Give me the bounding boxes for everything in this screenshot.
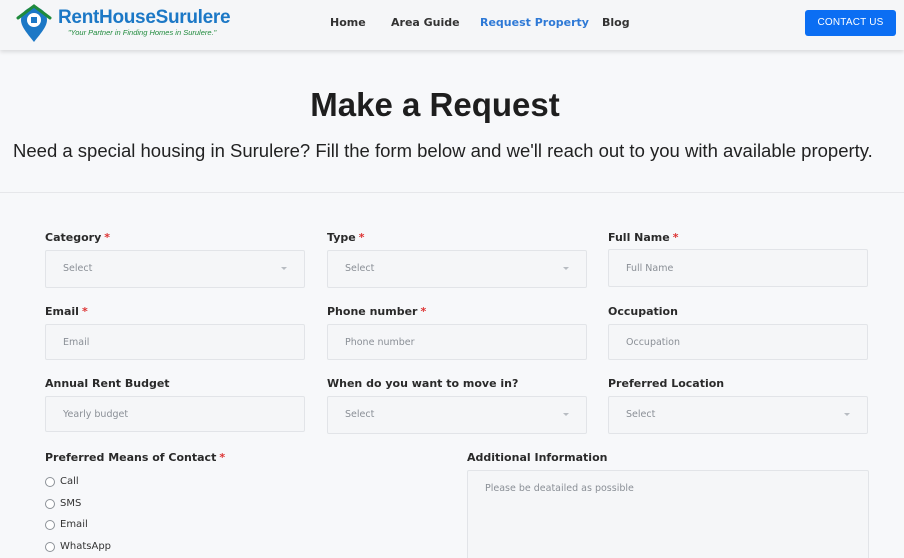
chevron-down-icon: [844, 413, 850, 416]
radio-button[interactable]: [45, 542, 55, 552]
phone-label-text: Phone number: [327, 305, 418, 318]
page-subtitle: Need a special housing in Surulere? Fill…: [13, 140, 873, 161]
occupation-label: Occupation: [608, 305, 678, 318]
location-select[interactable]: Select: [608, 396, 868, 434]
brand-name: RentHouseSurulere: [58, 7, 231, 28]
full-name-label: Full Name *: [608, 231, 679, 244]
email-label-text: Email: [45, 305, 79, 318]
nav-blog[interactable]: Blog: [602, 16, 630, 29]
budget-input[interactable]: [45, 396, 305, 432]
full-name-label-text: Full Name: [608, 231, 670, 244]
budget-label: Annual Rent Budget: [45, 377, 170, 390]
location-select-value: Select: [626, 409, 656, 420]
chevron-down-icon: [563, 267, 569, 270]
type-label-text: Type: [327, 231, 356, 244]
radio-button[interactable]: [45, 477, 55, 487]
full-name-input[interactable]: [608, 249, 868, 287]
required-marker: *: [104, 231, 111, 244]
additional-info-placeholder: Please be deatailed as possible: [485, 483, 634, 494]
location-label: Preferred Location: [608, 377, 725, 390]
site-header: RentHouseSurulere "Your Partner in Findi…: [0, 0, 904, 50]
occupation-input[interactable]: [608, 324, 868, 360]
brand-logo[interactable]: RentHouseSurulere "Your Partner in Findi…: [16, 4, 231, 44]
contact-means-label: Preferred Means of Contact *: [45, 451, 225, 464]
chevron-down-icon: [281, 267, 287, 270]
email-input[interactable]: [45, 324, 305, 360]
move-in-select-value: Select: [345, 409, 375, 420]
email-label: Email *: [45, 305, 88, 318]
contact-means-label-text: Preferred Means of Contact: [45, 451, 217, 464]
move-in-label: When do you want to move in?: [327, 377, 519, 390]
required-marker: *: [672, 231, 679, 244]
nav-home[interactable]: Home: [330, 16, 366, 29]
nav-request-property[interactable]: Request Property: [480, 16, 589, 29]
radio-button[interactable]: [45, 499, 55, 509]
radio-label: SMS: [60, 498, 82, 509]
required-marker: *: [81, 305, 88, 318]
required-marker: *: [420, 305, 427, 318]
page-title: Make a Request: [310, 86, 560, 123]
radio-label: Call: [60, 476, 79, 487]
radio-label: WhatsApp: [60, 541, 112, 552]
additional-info-label: Additional Information: [467, 451, 608, 464]
category-label: Category *: [45, 231, 110, 244]
phone-label: Phone number *: [327, 305, 426, 318]
home-location-pin-icon: [16, 4, 52, 42]
contact-us-button[interactable]: CONTACT US: [805, 10, 896, 36]
type-label: Type *: [327, 231, 364, 244]
category-select[interactable]: Select: [45, 250, 305, 288]
section-divider: [0, 192, 904, 193]
radio-button[interactable]: [45, 520, 55, 530]
category-label-text: Category: [45, 231, 102, 244]
additional-info-textarea[interactable]: Please be deatailed as possible: [467, 470, 869, 558]
required-marker: *: [358, 231, 365, 244]
move-in-select[interactable]: Select: [327, 396, 587, 434]
chevron-down-icon: [563, 413, 569, 416]
type-select[interactable]: Select: [327, 250, 587, 288]
type-select-value: Select: [345, 263, 375, 274]
nav-area-guide[interactable]: Area Guide: [391, 16, 460, 29]
radio-label: Email: [60, 519, 88, 530]
category-select-value: Select: [63, 263, 93, 274]
phone-input[interactable]: [327, 324, 587, 360]
required-marker: *: [219, 451, 226, 464]
brand-tagline: "Your Partner in Finding Homes in Surule…: [68, 28, 217, 37]
